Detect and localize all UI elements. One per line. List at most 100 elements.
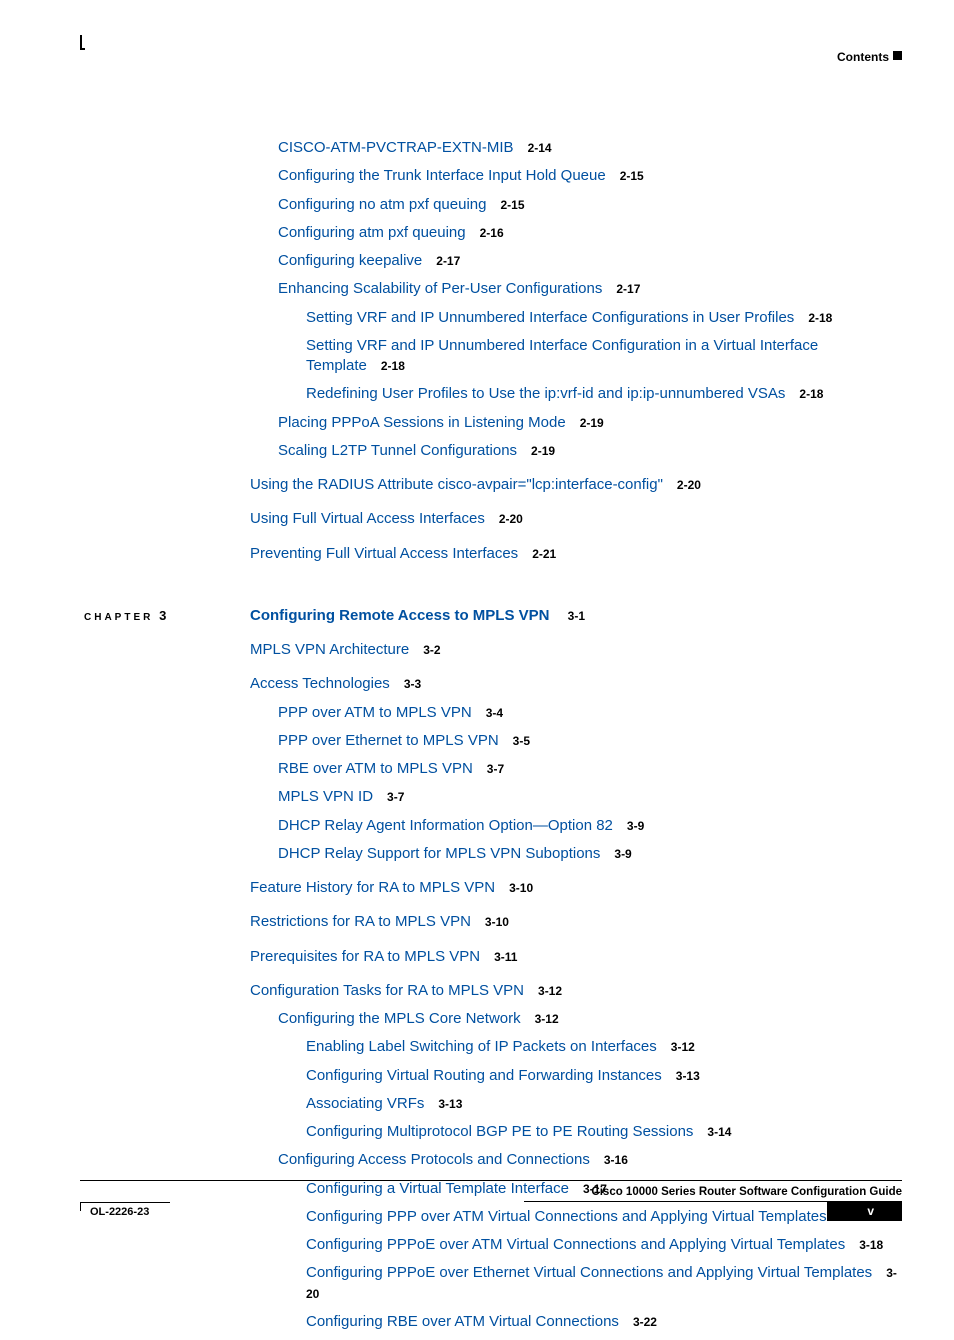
toc-entry: Preventing Full Virtual Access Interface… — [250, 544, 904, 564]
toc-page: 3-11 — [494, 950, 517, 964]
toc-entry: Configuring no atm pxf queuing 2-15 — [278, 195, 904, 215]
toc-page: 3-22 — [633, 1315, 657, 1329]
toc-entry: Scaling L2TP Tunnel Configurations 2-19 — [278, 441, 904, 461]
toc-link[interactable]: PPP over Ethernet to MPLS VPN — [278, 732, 499, 749]
toc-link[interactable]: Configuring RBE over ATM Virtual Connect… — [306, 1313, 619, 1330]
toc-page: 3-10 — [509, 881, 533, 895]
toc-page: 3-3 — [404, 677, 421, 691]
toc-entry: MPLS VPN ID 3-7 — [278, 787, 904, 807]
toc-page: 2-17 — [436, 254, 460, 268]
toc-entry: Associating VRFs3-13 — [278, 1094, 904, 1114]
toc-page: 2-18 — [381, 359, 405, 373]
toc-page: 3-5 — [513, 734, 530, 748]
chapter-number: 3 — [159, 608, 166, 623]
toc-link[interactable]: MPLS VPN Architecture — [250, 641, 409, 658]
toc-entry: Configuring PPP over ATM Virtual Connect… — [278, 1207, 904, 1227]
header-section-label: Contents — [837, 50, 889, 64]
toc-link[interactable]: Configuring atm pxf queuing — [278, 224, 466, 241]
toc-entry: Access Technologies 3-3 — [250, 674, 904, 694]
footer-rule — [80, 1180, 902, 1181]
toc-link[interactable]: Redefining User Profiles to Use the ip:v… — [306, 385, 785, 402]
toc-entry: Configuring the MPLS Core Network3-12 — [278, 1009, 904, 1029]
toc-entry: PPP over ATM to MPLS VPN 3-4 — [278, 703, 904, 723]
toc-entry: Configuring PPPoE over Ethernet Virtual … — [278, 1263, 904, 1304]
toc-link[interactable]: Access Technologies — [250, 675, 390, 692]
toc-entry: Enhancing Scalability of Per-User Config… — [278, 279, 904, 299]
toc-entry: Feature History for RA to MPLS VPN 3-10 — [250, 878, 904, 898]
toc-entry: Configuring PPPoE over ATM Virtual Conne… — [278, 1235, 904, 1255]
toc-link[interactable]: Configuring PPP over ATM Virtual Connect… — [306, 1208, 827, 1225]
toc-link[interactable]: Enabling Label Switching of IP Packets o… — [306, 1038, 657, 1055]
toc-entry: Using Full Virtual Access Interfaces 2-20 — [250, 509, 904, 529]
toc-link[interactable]: Configuration Tasks for RA to MPLS VPN — [250, 982, 524, 999]
toc-page: 2-21 — [532, 547, 556, 561]
toc-link[interactable]: CISCO-ATM-PVCTRAP-EXTN-MIB — [278, 139, 514, 156]
toc-link[interactable]: DHCP Relay Support for MPLS VPN Suboptio… — [278, 845, 600, 862]
toc-page: 3-7 — [487, 762, 504, 776]
toc-entry: Configuring Virtual Routing and Forwardi… — [278, 1066, 904, 1086]
toc-entry: CISCO-ATM-PVCTRAP-EXTN-MIB 2-14 — [278, 138, 904, 158]
toc-page: 3-16 — [604, 1153, 628, 1167]
toc-entry: Placing PPPoA Sessions in Listening Mode… — [278, 413, 904, 433]
toc-entry: Configuring keepalive 2-17 — [278, 251, 904, 271]
toc-link[interactable]: Configuring the Trunk Interface Input Ho… — [278, 167, 606, 184]
footer-guide-title: Cisco 10000 Series Router Software Confi… — [591, 1186, 902, 1198]
toc-link[interactable]: Feature History for RA to MPLS VPN — [250, 879, 495, 896]
chapter-prefix: CHAPTER — [84, 612, 153, 623]
toc-entry: DHCP Relay Agent Information Option—Opti… — [278, 816, 904, 836]
toc-link[interactable]: Configuring a Virtual Template Interface — [306, 1180, 569, 1197]
toc-link[interactable]: Configuring PPPoE over ATM Virtual Conne… — [306, 1236, 845, 1253]
toc-link[interactable]: PPP over ATM to MPLS VPN — [278, 704, 472, 721]
toc-entry: DHCP Relay Support for MPLS VPN Suboptio… — [278, 844, 904, 864]
toc-link[interactable]: Configuring Virtual Routing and Forwardi… — [306, 1067, 662, 1084]
page-number-badge: v — [827, 1201, 902, 1221]
toc-entry: RBE over ATM to MPLS VPN 3-7 — [278, 759, 904, 779]
toc-link[interactable]: Configuring PPPoE over Ethernet Virtual … — [306, 1264, 872, 1281]
toc-entry: Restrictions for RA to MPLS VPN 3-10 — [250, 912, 904, 932]
toc-link[interactable]: Placing PPPoA Sessions in Listening Mode — [278, 414, 566, 431]
toc-link[interactable]: Configuring Access Protocols and Connect… — [278, 1151, 590, 1168]
toc-link[interactable]: Using Full Virtual Access Interfaces — [250, 510, 485, 527]
toc-page: 2-14 — [528, 141, 552, 155]
header-marker-box — [893, 51, 902, 60]
toc-link[interactable]: Configuring Multiprotocol BGP PE to PE R… — [306, 1123, 693, 1140]
toc-page: 3-12 — [671, 1040, 695, 1054]
toc-page: 2-20 — [499, 512, 523, 526]
chapter-title-link[interactable]: Configuring Remote Access to MPLS VPN — [250, 607, 549, 624]
toc-page: 2-15 — [500, 198, 524, 212]
toc-link[interactable]: Configuring keepalive — [278, 252, 422, 269]
toc-link[interactable]: Prerequisites for RA to MPLS VPN — [250, 948, 480, 965]
toc-page: 3-7 — [387, 790, 404, 804]
toc-entry: Using the RADIUS Attribute cisco-avpair=… — [250, 475, 904, 495]
toc-link[interactable]: Setting VRF and IP Unnumbered Interface … — [306, 309, 794, 326]
toc-page: 2-15 — [620, 169, 644, 183]
toc-entry: Configuration Tasks for RA to MPLS VPN 3-… — [250, 981, 904, 1001]
toc-link[interactable]: Configuring the MPLS Core Network — [278, 1010, 521, 1027]
footer-left-rule — [80, 1202, 170, 1203]
toc-page: 3-9 — [614, 847, 631, 861]
toc-link[interactable]: Using the RADIUS Attribute cisco-avpair=… — [250, 476, 663, 493]
footer-left-tick — [80, 1202, 81, 1211]
toc-page: 3-2 — [423, 643, 440, 657]
toc-entry: Configuring Access Protocols and Connect… — [278, 1150, 904, 1170]
toc-link[interactable]: MPLS VPN ID — [278, 788, 373, 805]
toc-link[interactable]: DHCP Relay Agent Information Option—Opti… — [278, 817, 613, 834]
toc-link[interactable]: Preventing Full Virtual Access Interface… — [250, 545, 518, 562]
toc-link[interactable]: Configuring no atm pxf queuing — [278, 196, 486, 213]
toc-page: 2-20 — [677, 478, 701, 492]
toc-page: 2-19 — [531, 444, 555, 458]
toc-page: 2-17 — [616, 282, 640, 296]
toc-page: 3-12 — [538, 984, 562, 998]
toc-page: 3-10 — [485, 915, 509, 929]
toc-link[interactable]: Scaling L2TP Tunnel Configurations — [278, 442, 517, 459]
toc-entry: MPLS VPN Architecture 3-2 — [250, 640, 904, 660]
toc-entry: Configuring RBE over ATM Virtual Connect… — [278, 1312, 904, 1332]
toc-page: 3-4 — [486, 706, 503, 720]
toc-page: 3-18 — [859, 1238, 883, 1252]
toc-link[interactable]: Associating VRFs — [306, 1095, 424, 1112]
toc-link[interactable]: Enhancing Scalability of Per-User Config… — [278, 280, 602, 297]
toc-link[interactable]: Restrictions for RA to MPLS VPN — [250, 913, 471, 930]
toc-content: CISCO-ATM-PVCTRAP-EXTN-MIB 2-14 Configurin… — [0, 138, 954, 1340]
toc-link[interactable]: RBE over ATM to MPLS VPN — [278, 760, 473, 777]
toc-page: 2-16 — [480, 226, 504, 240]
